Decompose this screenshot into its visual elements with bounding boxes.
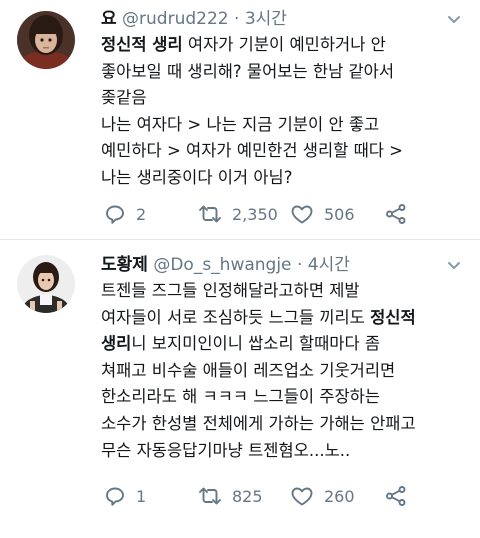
timestamp[interactable]: 3시간 <box>245 9 287 29</box>
tweet-text-line: 생리니 보지미인이니 쌉소리 할때마다 좀 <box>101 331 471 358</box>
separator-dot: · <box>296 255 303 275</box>
text-segment: 생리 <box>101 334 132 354</box>
avatar[interactable] <box>17 11 75 69</box>
tweet-header: 도황제 @Do_s_hwangje · 4시간 <box>101 254 440 276</box>
tweet-text-line: 좆같음 <box>101 85 471 112</box>
reply-icon <box>106 487 124 506</box>
share-icon <box>386 486 406 506</box>
text-segment: 예민하다 > 여자가 예민한건 생리할 때다 > <box>101 141 403 161</box>
reply-count: 1 <box>136 486 147 506</box>
share-button[interactable] <box>385 201 407 227</box>
share-button[interactable] <box>385 483 407 509</box>
timestamp[interactable]: 4시간 <box>308 255 350 275</box>
reply-button[interactable]: 2 <box>104 201 146 227</box>
text-segment: 정신적 생리 <box>101 35 183 54</box>
reply-count: 2 <box>136 204 147 224</box>
text-segment: 나는 생리중이다 이거 아님? <box>101 167 293 187</box>
like-button[interactable]: 506 <box>290 201 355 227</box>
user-handle[interactable]: @Do_s_hwangje <box>153 255 291 275</box>
tweet-text-line: 정신적 생리 여자가 기분이 예민하거나 안 <box>101 32 471 59</box>
text-segment: 여자들이 서로 조심하듯 느그들 끼리도 <box>101 307 371 327</box>
text-segment: 트젠들 즈그들 인정해달라고하면 제발 <box>101 281 360 300</box>
text-segment: 한소리라도 해 ㅋㅋㅋ 느그들이 주장하는 <box>101 387 381 407</box>
retweet-icon <box>199 487 221 505</box>
retweet-button[interactable]: 2,350 <box>198 201 278 227</box>
tweet-text-line: 소수가 한성별 전체에게 가하는 가해는 안패고 <box>101 411 471 438</box>
tweet-text-line: 나는 생리중이다 이거 아님? <box>101 165 471 192</box>
tweet-1[interactable]: 요 @rudrud222 · 3시간 정신적 생리 여자가 기분이 예민하거나 … <box>0 0 480 240</box>
tweet-text: 정신적 생리 여자가 기분이 예민하거나 안 좋아보일 때 생리해? 물어보는 … <box>101 32 471 192</box>
retweet-icon <box>199 205 221 223</box>
text-segment: 나는 여자다 > 나는 지금 기분이 안 좋고 <box>101 114 380 134</box>
tweet-text-line: 예민하다 > 여자가 예민한건 생리할 때다 > <box>101 138 471 165</box>
tweet-header: 요 @rudrud222 · 3시간 <box>101 8 440 30</box>
retweet-count: 2,350 <box>232 204 278 224</box>
tweet-text: 트젠들 즈그들 인정해달라고하면 제발 여자들이 서로 조심하듯 느그들 끼리도… <box>101 278 471 464</box>
text-segment: 정신적 <box>370 307 416 327</box>
text-segment: 소수가 한성별 전체에게 가하는 가해는 안패고 <box>101 413 416 433</box>
tweet-text-line: 트젠들 즈그들 인정해달라고하면 제발 <box>101 278 471 305</box>
tweet-text-line: 쳐패고 비수술 애들이 레즈업소 기웃거리면 <box>101 358 471 385</box>
tweet-text-line: 무슨 자동응답기마냥 트젠혐오...노.. <box>101 438 471 465</box>
text-segment: 좋아보일 때 생리해? 물어보는 한남 같아서 <box>101 61 395 81</box>
like-count: 260 <box>324 486 355 506</box>
reply-icon <box>106 205 124 224</box>
text-segment: 무슨 자동응답기마냥 트젠혐오...노.. <box>101 440 351 460</box>
like-count: 506 <box>324 204 355 224</box>
retweet-count: 825 <box>232 486 263 506</box>
tweet-text-line: 여자들이 서로 조심하듯 느그들 끼리도 정신적 <box>101 305 471 332</box>
user-handle[interactable]: @rudrud222 <box>122 9 229 29</box>
display-name[interactable]: 요 <box>101 9 117 29</box>
retweet-button[interactable]: 825 <box>198 483 263 509</box>
text-segment: 여자가 기분이 예민하거나 안 <box>182 35 386 54</box>
text-segment: 니 보지미인이니 쌉소리 할때마다 좀 <box>131 334 381 354</box>
avatar[interactable] <box>17 255 75 313</box>
like-button[interactable]: 260 <box>290 483 355 509</box>
tweet-text-line: 나는 여자다 > 나는 지금 기분이 안 좋고 <box>101 112 471 139</box>
share-icon <box>386 204 406 224</box>
tweet-text-line: 한소리라도 해 ㅋㅋㅋ 느그들이 주장하는 <box>101 384 471 411</box>
separator-dot: · <box>234 9 240 29</box>
like-icon <box>291 487 313 506</box>
reply-button[interactable]: 1 <box>104 483 146 509</box>
tweet-text-line: 좋아보일 때 생리해? 물어보는 한남 같아서 <box>101 59 471 86</box>
tweet-2[interactable]: 도황제 @Do_s_hwangje · 4시간 트젠들 즈그들 인정해달라고하면… <box>0 240 480 538</box>
caret-down-icon[interactable] <box>446 12 462 28</box>
like-icon <box>291 205 313 224</box>
text-segment: 좆같음 <box>101 88 147 108</box>
text-segment: 쳐패고 비수술 애들이 레즈업소 기웃거리면 <box>101 360 396 380</box>
display-name[interactable]: 도황제 <box>101 255 148 275</box>
caret-down-icon[interactable] <box>446 258 462 274</box>
